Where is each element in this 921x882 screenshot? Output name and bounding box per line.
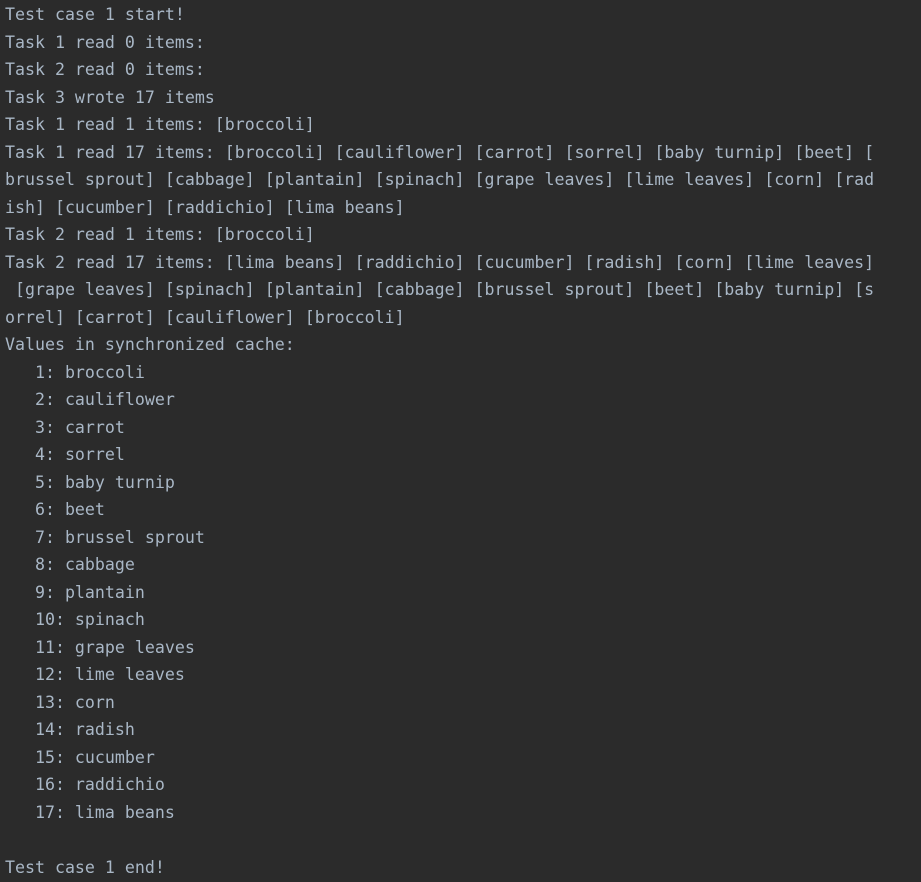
console-line: Task 2 read 1 items: [broccoli] — [5, 225, 315, 244]
console-line: 11: grape leaves — [5, 637, 195, 657]
console-line: 13: corn — [5, 692, 115, 712]
console-output[interactable]: Test case 1 start! Task 1 read 0 items: Ta… — [5, 1, 874, 881]
console-line: 2: cauliflower — [5, 390, 175, 409]
console-line: 15: cucumber — [5, 747, 155, 767]
console-line: 14: radish — [5, 720, 135, 739]
console-line: 12: lime leaves — [5, 665, 185, 684]
console-line: 1: broccoli — [5, 362, 145, 382]
console-line: Task 1 read 17 items: [broccoli] [caulif… — [5, 142, 875, 162]
console-line: Task 2 read 0 items: — [5, 60, 205, 79]
console-line: Task 1 read 1 items: [broccoli] — [5, 115, 315, 134]
console-line: Test case 1 end! — [5, 857, 165, 877]
console-line: 3: carrot — [5, 417, 125, 437]
console-line: brussel sprout] [cabbage] [plantain] [sp… — [5, 170, 875, 189]
console-line: Task 1 read 0 items: — [5, 32, 205, 52]
console-line: orrel] [carrot] [cauliflower] [broccoli] — [5, 307, 405, 327]
console-line: Values in synchronized cache: — [5, 335, 295, 354]
console-line: Task 2 read 17 items: [lima beans] [radd… — [5, 252, 875, 272]
console-line: Task 3 wrote 17 items — [5, 87, 215, 107]
console-line: 7: brussel sprout — [5, 527, 205, 547]
console-line: 4: sorrel — [5, 445, 125, 464]
console-line: 8: cabbage — [5, 555, 135, 574]
console-line: [grape leaves] [spinach] [plantain] [cab… — [5, 280, 875, 299]
console-line: 10: spinach — [5, 610, 145, 629]
console-line: 9: plantain — [5, 582, 145, 602]
console-line: 6: beet — [5, 500, 105, 519]
console-line: 5: baby turnip — [5, 472, 175, 492]
console-line: 16: raddichio — [5, 775, 165, 794]
console-line: Test case 1 start! — [5, 5, 185, 24]
console-line: 17: lima beans — [5, 802, 175, 822]
console-line: ish] [cucumber] [raddichio] [lima beans] — [5, 197, 405, 217]
